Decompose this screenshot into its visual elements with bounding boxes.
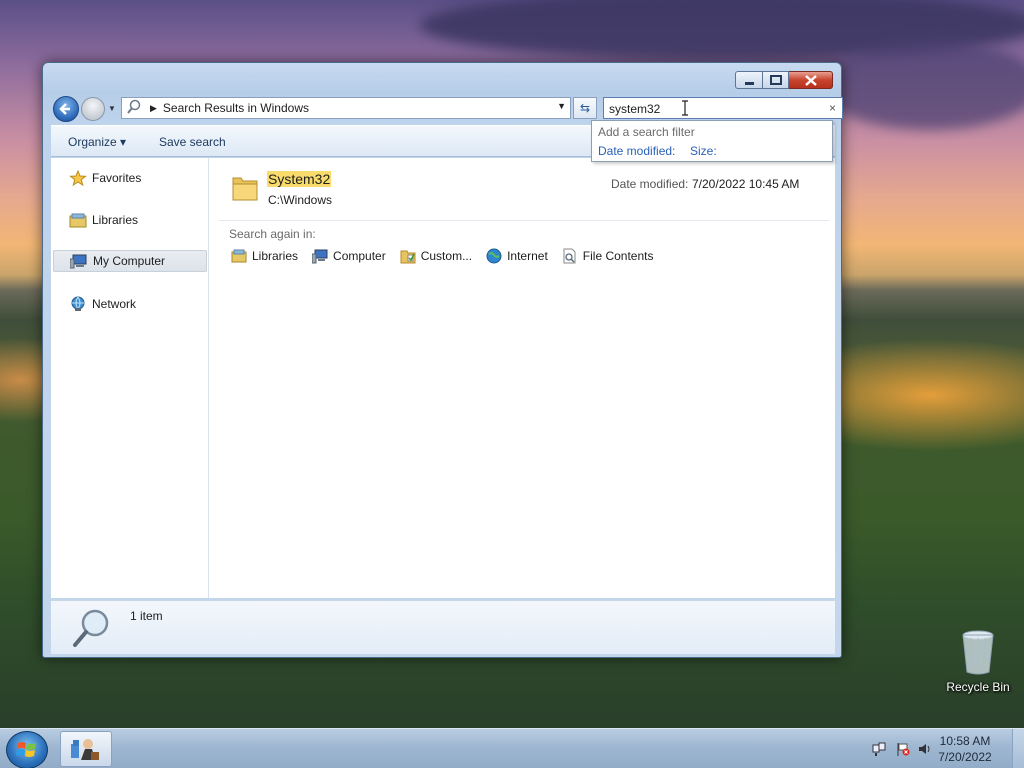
nav-item-label: Favorites xyxy=(92,171,142,185)
search-again-item-label: File Contents xyxy=(582,249,654,263)
taskbar: 10:58 AM 7/20/2022 xyxy=(0,728,1024,768)
clear-search-icon[interactable]: × xyxy=(829,101,836,115)
internet-globe-icon xyxy=(486,248,502,264)
nav-item-my-computer[interactable]: My Computer xyxy=(53,250,207,272)
search-again-item-label: Computer xyxy=(333,249,386,263)
details-pane: 1 item xyxy=(51,600,835,654)
date-modified-label: Date modified: xyxy=(611,177,689,191)
search-again-file-contents[interactable]: File Contents xyxy=(562,248,654,264)
search-again-libraries[interactable]: Libraries xyxy=(231,248,298,264)
start-button[interactable] xyxy=(6,731,48,768)
address-text[interactable]: Search Results in Windows xyxy=(163,101,309,115)
show-desktop-button[interactable] xyxy=(1012,729,1024,768)
clock-time[interactable]: 10:58 AM xyxy=(930,734,1000,748)
filter-date-modified[interactable]: Date modified: xyxy=(598,144,675,158)
search-again-label: Search again in: xyxy=(229,227,316,241)
star-icon xyxy=(69,169,87,187)
search-input[interactable]: system32 × xyxy=(603,97,843,119)
close-button[interactable] xyxy=(789,71,833,89)
magnifier-icon xyxy=(71,607,111,649)
navigation-pane: Favorites Libraries My Computer Network xyxy=(51,158,209,598)
recent-pages-dropdown-icon[interactable]: ▼ xyxy=(108,104,116,113)
network-tray-icon[interactable] xyxy=(872,742,886,756)
nav-item-favorites[interactable]: Favorites xyxy=(51,167,207,189)
forward-button[interactable] xyxy=(81,97,105,121)
organize-button[interactable]: Organize ▾ xyxy=(68,135,126,149)
filter-size[interactable]: Size: xyxy=(690,144,717,158)
minimize-button[interactable] xyxy=(735,71,763,89)
explorer-window: ▼ ▶ Search Results in Windows ▼ ⇆ system… xyxy=(42,62,843,658)
clock-date[interactable]: 7/20/2022 xyxy=(930,750,1000,764)
result-name[interactable]: System32 xyxy=(267,171,332,187)
address-dropdown-icon[interactable]: ▼ xyxy=(557,101,566,111)
recycle-bin-label: Recycle Bin xyxy=(946,680,1010,694)
nav-item-label: Network xyxy=(92,297,137,311)
result-item[interactable]: System32 C:\Windows Date modified: 7/20/… xyxy=(229,166,819,216)
back-button[interactable] xyxy=(53,96,79,122)
search-again-computer[interactable]: Computer xyxy=(311,248,386,264)
breadcrumb-separator-icon[interactable]: ▶ xyxy=(150,103,157,114)
system-tray: 10:58 AM 7/20/2022 xyxy=(864,729,1024,768)
save-search-button[interactable]: Save search xyxy=(159,135,226,149)
nav-item-network[interactable]: Network xyxy=(51,293,207,315)
computer-icon xyxy=(311,248,328,264)
caption-buttons xyxy=(735,71,833,89)
date-modified-value: 7/20/2022 10:45 AM xyxy=(692,177,800,191)
network-icon xyxy=(69,296,87,312)
search-again-custom[interactable]: Custom... xyxy=(400,248,472,264)
search-value[interactable]: system32 xyxy=(609,102,660,116)
folder-icon xyxy=(231,172,259,202)
action-center-flag-icon[interactable] xyxy=(896,742,910,756)
cloud-right xyxy=(820,40,1024,130)
search-again-item-label: Libraries xyxy=(252,249,299,263)
text-cursor-icon xyxy=(681,100,689,116)
result-divider xyxy=(219,220,829,221)
content-area: Favorites Libraries My Computer Network xyxy=(51,158,835,598)
navigation-bar: ▼ ▶ Search Results in Windows ▼ ⇆ system… xyxy=(53,96,843,122)
libraries-icon xyxy=(231,248,247,264)
nav-item-label: My Computer xyxy=(93,254,166,268)
maximize-button[interactable] xyxy=(763,71,789,89)
custom-folder-icon xyxy=(400,248,416,264)
search-again-internet[interactable]: Internet xyxy=(486,248,548,264)
recycle-bin-icon xyxy=(960,628,996,676)
search-filter-title: Add a search filter xyxy=(598,125,695,139)
nav-item-label: Libraries xyxy=(92,213,139,227)
recycle-bin[interactable]: Recycle Bin xyxy=(940,628,1016,694)
search-filter-popup: Add a search filter Date modified: Size: xyxy=(591,120,833,162)
nav-item-libraries[interactable]: Libraries xyxy=(51,209,207,231)
item-count: 1 item xyxy=(130,609,163,623)
taskbar-explorer-button[interactable] xyxy=(60,731,112,767)
search-again-item-label: Internet xyxy=(507,249,548,263)
libraries-icon xyxy=(69,212,87,228)
computer-icon xyxy=(69,253,88,269)
file-contents-icon xyxy=(562,248,578,264)
address-bar[interactable]: ▶ Search Results in Windows ▼ xyxy=(121,97,571,119)
search-results-icon xyxy=(126,99,142,118)
refresh-button[interactable]: ⇆ xyxy=(573,97,597,119)
search-again-item-label: Custom... xyxy=(420,249,473,263)
search-again-row: Libraries Computer Custom... Internet Fi… xyxy=(231,248,667,264)
result-path: C:\Windows xyxy=(268,193,333,207)
